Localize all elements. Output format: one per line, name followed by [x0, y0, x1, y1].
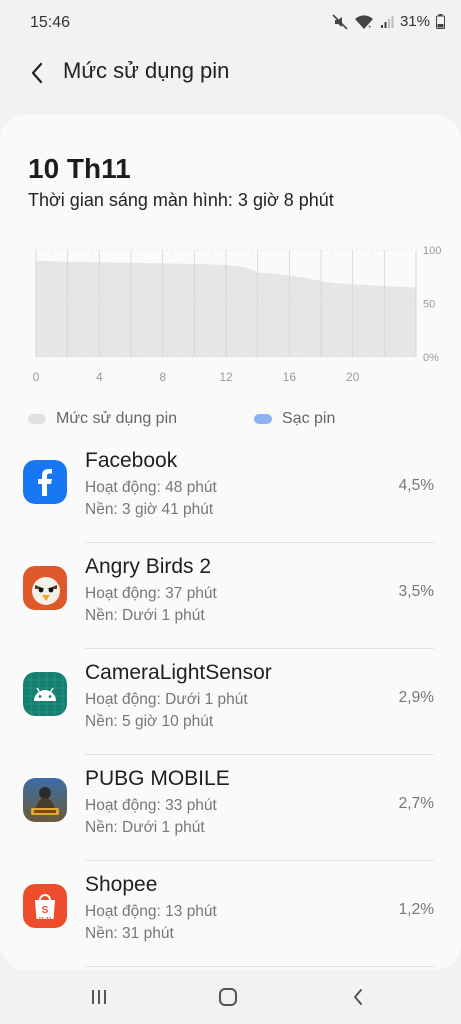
app-percent: 2,9%: [398, 689, 434, 706]
status-time: 15:46: [30, 14, 71, 31]
page-title: Mức sử dụng pin: [63, 58, 230, 83]
content-card: 10 Th11 Thời gian sáng màn hình: 3 giờ 8…: [0, 115, 461, 970]
status-bar: 15:46 + 31%: [0, 0, 461, 46]
battery-usage-chart: 0 4 8 12 16 20 100 50 0%: [33, 245, 442, 384]
battery-percent: 31%: [399, 13, 430, 30]
app-active-time: Hoạt động: 13 phút: [85, 903, 217, 920]
app-background-time: Nền: Dưới 1 phút: [85, 819, 205, 836]
pubg-icon: [23, 778, 67, 822]
signal-icon: [380, 15, 394, 29]
back-arrow-icon: [31, 62, 43, 84]
app-row-camera-light-sensor[interactable]: CameraLightSensor Hoạt động: Dưới 1 phút…: [0, 649, 461, 755]
shopee-icon-text: 11.11: [38, 917, 51, 923]
app-row-angry-birds[interactable]: Angry Birds 2 Hoạt động: 37 phút Nền: Dư…: [0, 543, 461, 649]
x-tick-label: 8: [159, 370, 166, 384]
home-icon: [219, 988, 237, 1006]
y-tick-label: 50: [423, 299, 435, 311]
android-icon: [23, 672, 67, 716]
legend-usage-label: Mức sử dụng pin: [56, 410, 178, 427]
selected-date: 10 Th11: [28, 153, 131, 184]
app-background-time: Nền: 5 giờ 10 phút: [85, 713, 214, 730]
app-name: Angry Birds 2: [85, 555, 212, 578]
app-active-time: Hoạt động: 48 phút: [85, 479, 217, 496]
app-percent: 4,5%: [398, 477, 434, 494]
app-name: Facebook: [85, 449, 178, 472]
app-background-time: Nền: 3 giờ 41 phút: [85, 501, 214, 518]
svg-text:S: S: [42, 905, 49, 916]
app-row-shopee[interactable]: S 11.11 Shopee Hoạt động: 13 phút Nền: 31…: [0, 861, 461, 967]
legend-usage-swatch: [28, 414, 46, 424]
legend-charging-swatch: [254, 414, 272, 424]
x-tick-label: 12: [219, 370, 233, 384]
y-tick-label: 0%: [423, 352, 439, 364]
status-icons: + 31%: [332, 13, 445, 30]
recent-apps-button[interactable]: [84, 984, 114, 1010]
x-tick-label: 20: [346, 370, 360, 384]
wifi-icon: +: [354, 14, 374, 30]
app-background-time: Nền: Dưới 1 phút: [85, 607, 205, 624]
navigation-bar: [0, 970, 461, 1024]
legend-charging: Sạc pin: [254, 410, 335, 428]
screen-on-time: Thời gian sáng màn hình: 3 giờ 8 phút: [28, 190, 334, 210]
x-tick-label: 16: [283, 370, 297, 384]
legend-usage: Mức sử dụng pin: [28, 410, 177, 428]
battery-icon: [436, 14, 445, 29]
home-button[interactable]: [213, 984, 243, 1010]
nav-back-button[interactable]: [343, 984, 373, 1010]
app-name: Shopee: [85, 873, 158, 896]
app-header: Mức sử dụng pin: [0, 46, 461, 106]
app-row-facebook[interactable]: Facebook Hoạt động: 48 phút Nền: 3 giờ 4…: [0, 437, 461, 543]
x-tick-label: 0: [33, 370, 40, 384]
legend-charging-label: Sạc pin: [282, 410, 336, 427]
shopee-icon: S 11.11: [23, 884, 67, 928]
svg-text:+: +: [368, 25, 372, 30]
app-percent: 3,5%: [398, 583, 434, 600]
app-name: PUBG MOBILE: [85, 767, 230, 790]
app-name: CameraLightSensor: [85, 661, 272, 684]
divider: [85, 966, 434, 967]
back-button[interactable]: [22, 58, 52, 88]
mute-icon: [332, 13, 348, 30]
app-row-pubg-mobile[interactable]: PUBG MOBILE Hoạt động: 33 phút Nền: Dưới…: [0, 755, 461, 861]
app-active-time: Hoạt động: 37 phút: [85, 585, 217, 602]
recent-apps-icon: [92, 990, 106, 1004]
y-tick-label: 100: [423, 245, 441, 257]
angry-birds-icon: [23, 566, 67, 610]
app-active-time: Hoạt động: Dưới 1 phút: [85, 691, 248, 708]
chart-legend: Mức sử dụng pin Sạc pin: [28, 410, 448, 430]
app-percent: 2,7%: [398, 795, 434, 812]
facebook-icon: [23, 460, 67, 504]
app-active-time: Hoạt động: 33 phút: [85, 797, 217, 814]
back-icon: [354, 989, 362, 1005]
app-usage-list: Facebook Hoạt động: 48 phút Nền: 3 giờ 4…: [0, 437, 461, 967]
app-percent: 1,2%: [398, 901, 434, 918]
x-tick-label: 4: [96, 370, 103, 384]
app-background-time: Nền: 31 phút: [85, 925, 174, 942]
